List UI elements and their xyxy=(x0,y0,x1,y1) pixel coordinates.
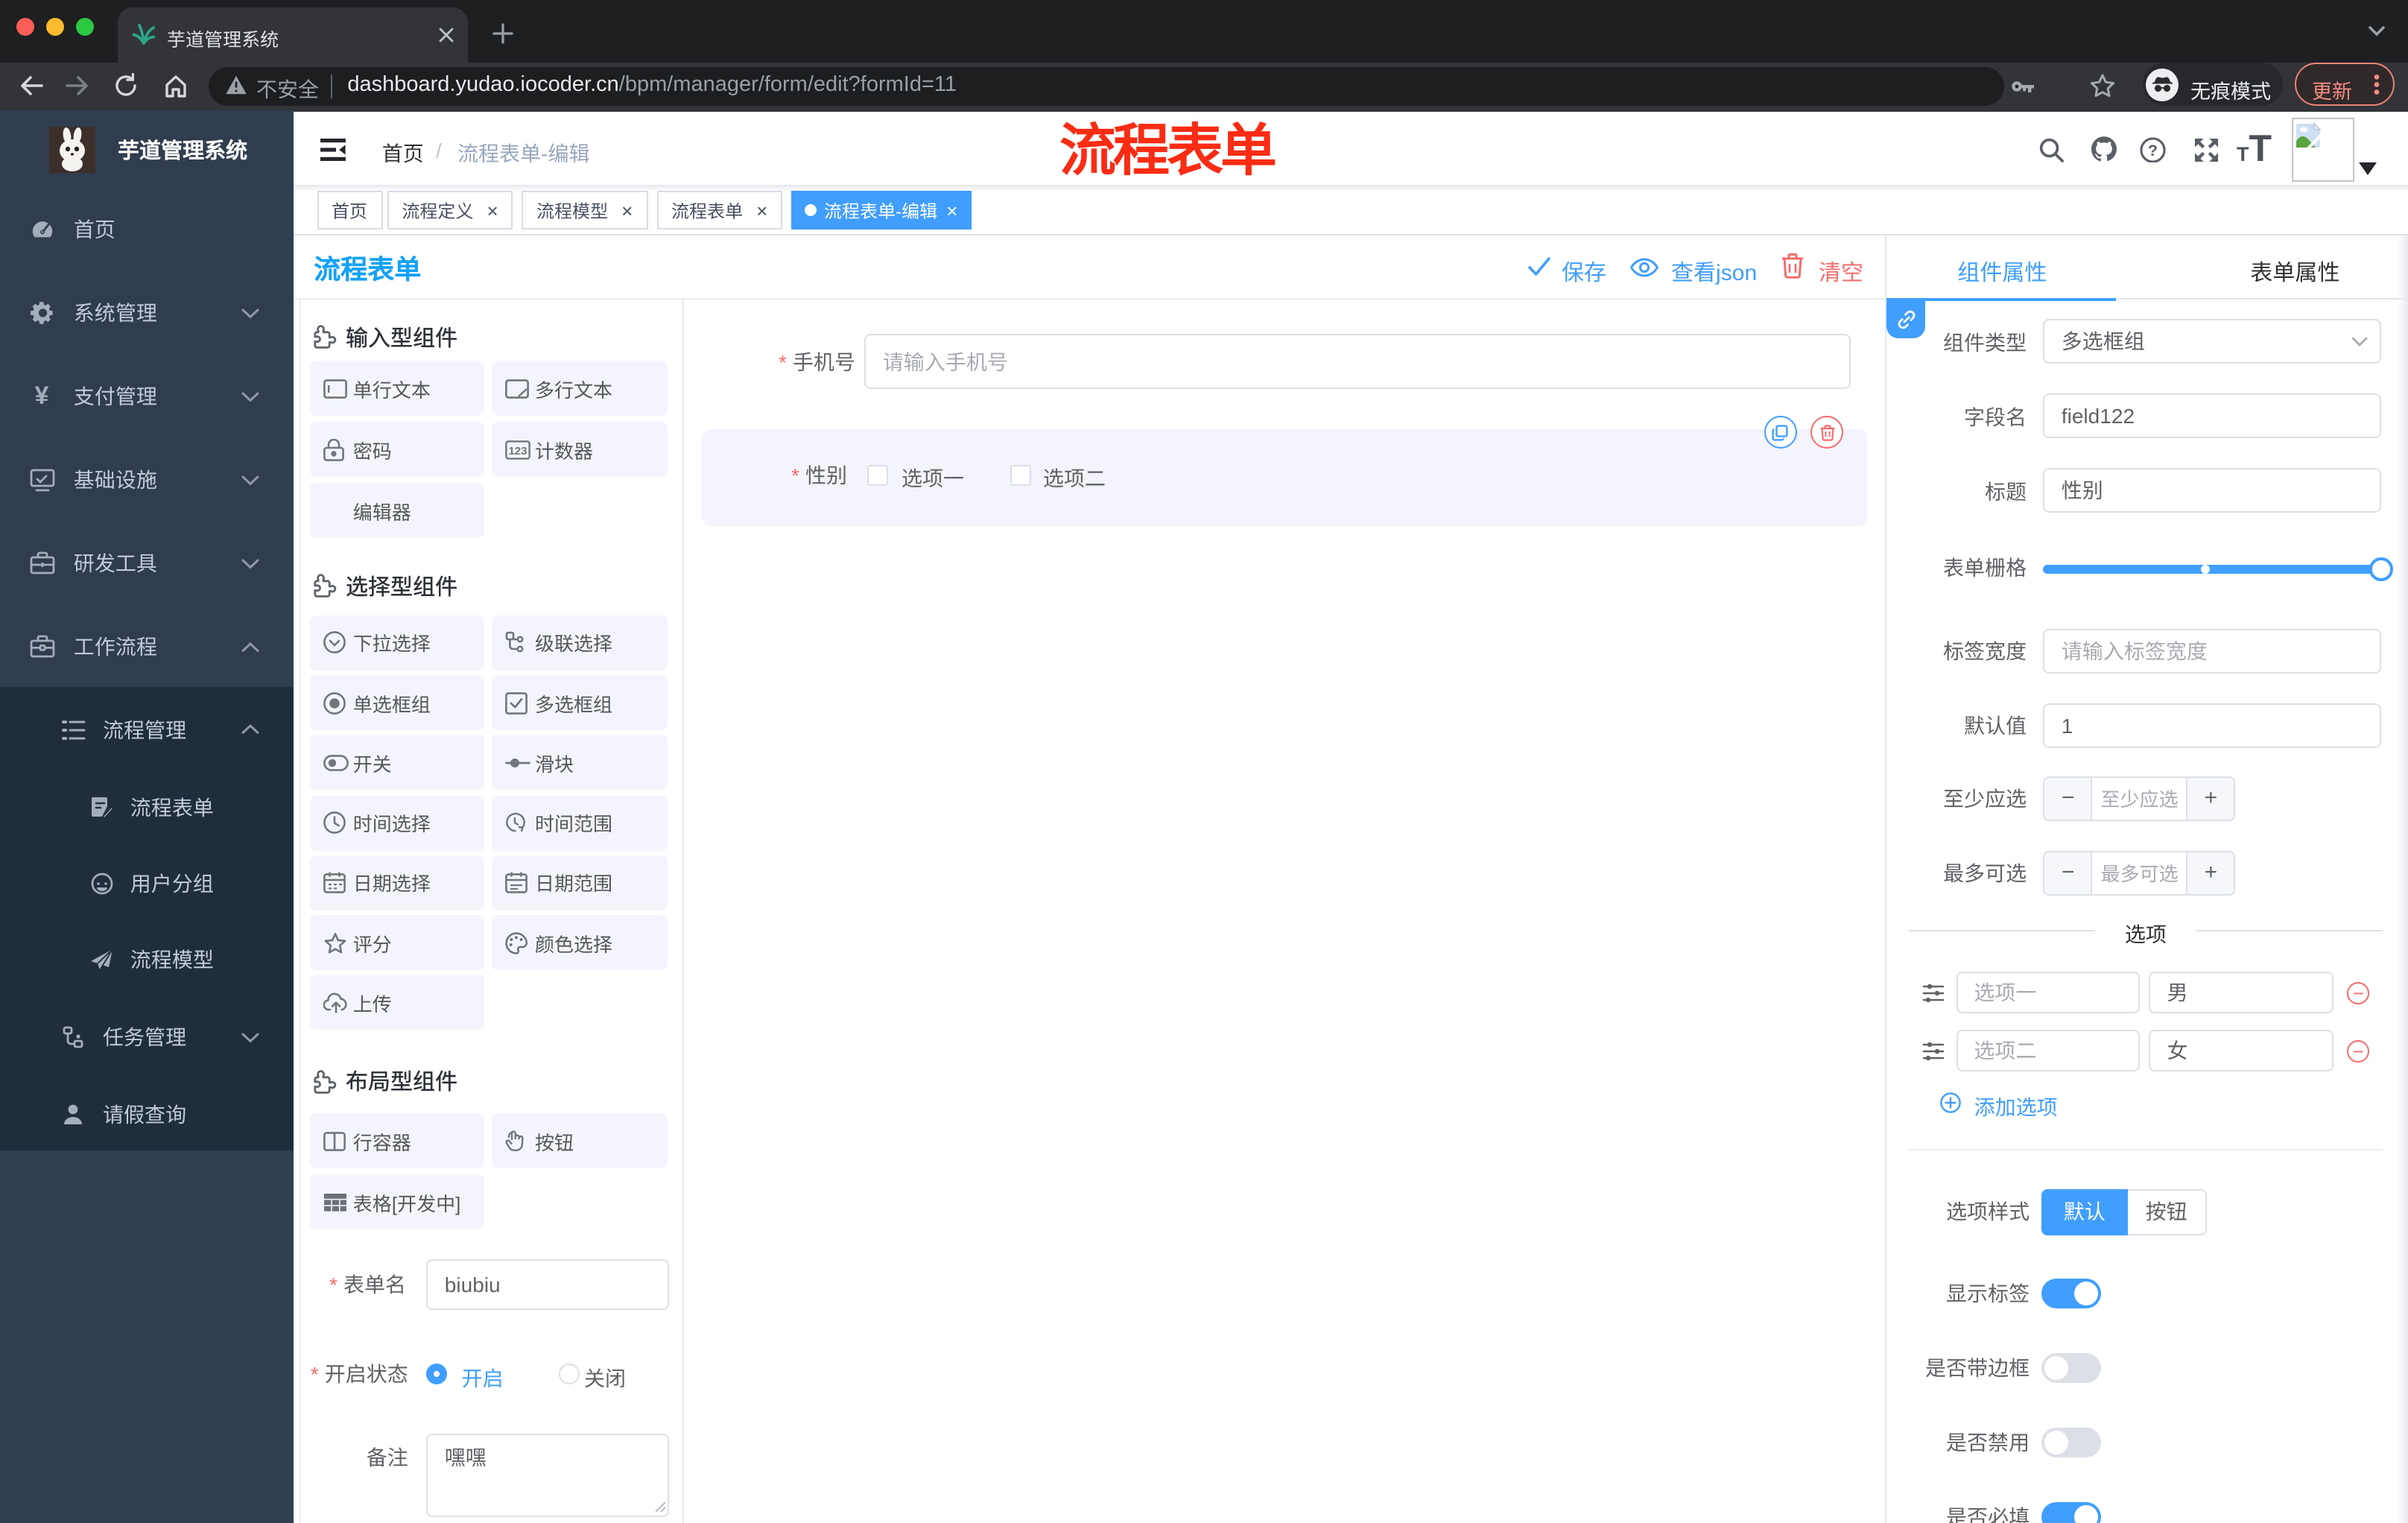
svg-text:?: ? xyxy=(2148,141,2158,159)
svg-text:123: 123 xyxy=(509,444,527,457)
